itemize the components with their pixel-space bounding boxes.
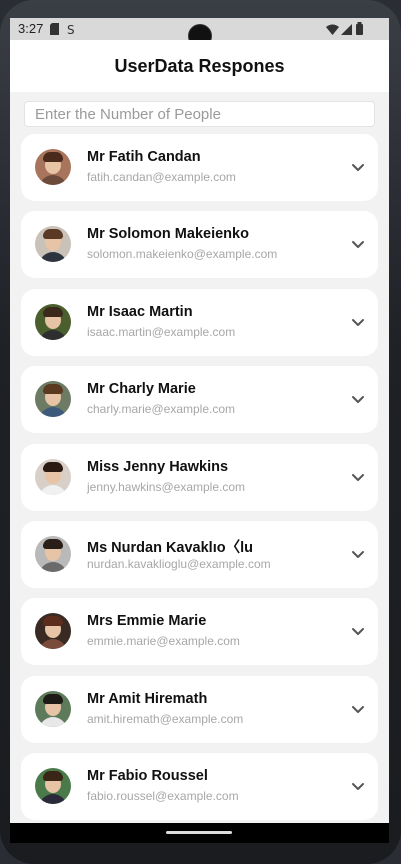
user-name: Mr Fatih Candan <box>87 149 201 165</box>
user-email: fabio.roussel@example.com <box>87 789 239 804</box>
chevron-down-icon[interactable] <box>348 312 368 332</box>
user-email: jenny.hawkins@example.com <box>87 479 246 494</box>
user-name: Mr Fabio Roussel <box>87 768 208 785</box>
user-name: Miss Jenny Hawkins <box>87 458 229 475</box>
avatar <box>35 149 71 185</box>
user-name: Mr Solomon Makeienko <box>87 226 249 243</box>
sim-card-icon <box>50 23 59 38</box>
avatar <box>35 458 71 495</box>
signal-icon <box>341 23 352 38</box>
user-name: Ms Nurdan Kavaklıo〈lu <box>87 539 253 556</box>
device-frame: 3:27 S UserData Respones Mr Fatih <box>0 0 401 864</box>
chevron-down-icon[interactable] <box>348 776 368 796</box>
chevron-down-icon[interactable] <box>348 621 368 641</box>
navigation-bar <box>10 823 389 843</box>
user-email: isaac.martin@example.com <box>87 324 236 339</box>
chevron-down-icon[interactable] <box>348 544 368 564</box>
user-email: solomon.makeienko@example.com <box>87 247 278 262</box>
app-bar: UserData Respones <box>10 40 389 92</box>
user-email: nurdan.kavaklioglu@example.com <box>87 556 271 571</box>
status-time: 3:27 <box>18 21 44 36</box>
svg-text:S: S <box>67 23 75 35</box>
chevron-down-icon[interactable] <box>348 234 368 254</box>
chevron-down-icon[interactable] <box>348 699 368 719</box>
data-saver-icon: S <box>67 23 77 38</box>
home-gesture-handle[interactable] <box>166 831 232 834</box>
chevron-down-icon[interactable] <box>348 157 368 177</box>
user-card[interactable]: Mr Fabio Roussel fabio.roussel@example.co… <box>21 753 378 821</box>
user-email: emmie.marie@example.com <box>87 634 240 649</box>
user-card[interactable]: Miss Jenny Hawkins jenny.hawkins@example.… <box>21 443 378 511</box>
avatar <box>35 226 71 263</box>
battery-icon <box>356 22 363 38</box>
search-field[interactable] <box>24 101 375 127</box>
chevron-down-icon[interactable] <box>348 467 368 487</box>
user-card[interactable]: Mr Charly Marie charly.marie@example.com <box>21 366 378 434</box>
avatar <box>35 690 71 727</box>
wifi-icon <box>326 23 339 38</box>
user-card[interactable]: Mr Amit Hiremath amit.hiremath@example.co… <box>21 675 378 743</box>
user-name: Mr Isaac Martin <box>87 303 193 320</box>
page-title: UserData Respones <box>114 55 285 76</box>
user-email: charly.marie@example.com <box>87 402 236 417</box>
avatar <box>35 768 71 805</box>
chevron-down-icon[interactable] <box>348 389 368 409</box>
user-card[interactable]: Ms Nurdan Kavaklıo〈lu nurdan.kavaklioglu@… <box>21 520 378 588</box>
avatar <box>35 303 71 340</box>
user-list: Mr Fatih Candan fatih.candan@example.com M… <box>21 134 378 831</box>
user-name: Mr Amit Hiremath <box>87 690 208 707</box>
user-name: Mr Charly Marie <box>87 381 196 398</box>
avatar <box>35 535 71 572</box>
user-card[interactable]: Mr Fatih Candan fatih.candan@example.com <box>21 134 378 201</box>
user-card[interactable]: Mrs Emmie Marie emmie.marie@example.com <box>21 598 378 666</box>
status-bar: 3:27 S <box>10 18 389 48</box>
avatar <box>35 613 71 650</box>
user-email: fatih.candan@example.com <box>87 170 236 184</box>
user-card[interactable]: Mr Isaac Martin isaac.martin@example.com <box>21 288 378 356</box>
people-count-input[interactable] <box>25 102 374 126</box>
user-email: amit.hiremath@example.com <box>87 711 244 726</box>
phone-screen: 3:27 S UserData Respones Mr Fatih <box>10 18 389 842</box>
user-card[interactable]: Mr Solomon Makeienko solomon.makeienko@ex… <box>21 211 378 279</box>
avatar <box>35 381 71 418</box>
user-name: Mrs Emmie Marie <box>87 613 207 630</box>
